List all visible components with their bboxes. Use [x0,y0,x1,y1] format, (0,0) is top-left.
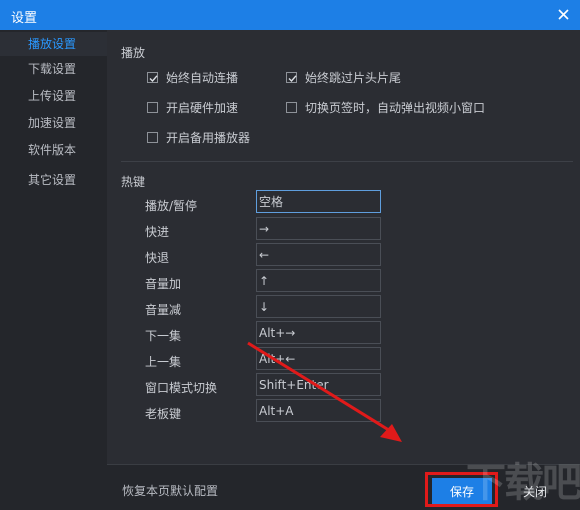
checkmark-icon [288,74,297,82]
hotkey-label: 快进 [145,225,170,239]
option-label: 切换页签时，自动弹出视频小窗口 [305,100,486,115]
sidebar-item-label: 下载设置 [28,62,77,76]
checkbox[interactable] [147,101,158,113]
hotkey-label: 下一集 [145,329,182,343]
checkbox[interactable] [147,71,158,83]
close-button[interactable]: 关闭 [505,478,565,504]
hotkey-volume-up-input[interactable] [256,269,381,292]
hotkey-previous-episode-input[interactable] [256,347,381,370]
hotkey-fast-forward-input[interactable] [256,217,381,240]
option-backup-player[interactable]: 开启备用播放器 [147,128,250,146]
option-label: 开启硬件加速 [166,100,239,115]
option-auto-mini-window[interactable]: 切换页签时，自动弹出视频小窗口 [286,98,485,116]
settings-content: 播放 始终自动连播 始终跳过片头片尾 开启硬件加速 切换页签时，自动弹出视频小窗… [107,30,580,464]
hotkeys-section-title: 热键 [121,175,146,189]
sidebar-item-label: 其它设置 [28,173,77,187]
checkmark-icon [149,74,158,82]
hotkey-next-episode-input[interactable] [256,321,381,344]
close-window-button[interactable] [546,0,580,30]
sidebar-item-acceleration[interactable]: 加速设置 [0,111,107,135]
sidebar-item-download[interactable]: 下载设置 [0,57,107,81]
hotkey-boss-key-input[interactable] [256,399,381,422]
sidebar-item-label: 软件版本 [28,143,77,157]
hotkey-label: 窗口模式切换 [145,381,218,395]
sidebar-item-version[interactable]: 软件版本 [0,138,107,162]
option-label: 始终跳过片头片尾 [305,70,402,85]
window-title: 设置 [11,11,38,26]
hotkey-play-pause-input[interactable] [256,190,381,213]
settings-sidebar: 播放设置 下载设置 上传设置 加速设置 软件版本 其它设置 [0,30,107,510]
sidebar-item-label: 加速设置 [28,116,77,130]
hotkey-label: 老板键 [145,407,182,421]
close-icon [558,9,569,20]
hotkey-rewind-input[interactable] [256,243,381,266]
section-divider [121,161,573,162]
hotkey-volume-down-input[interactable] [256,295,381,318]
checkbox[interactable] [147,131,158,143]
option-auto-continuous-play[interactable]: 始终自动连播 [147,68,238,86]
checkbox[interactable] [286,101,297,113]
sidebar-item-label: 播放设置 [28,37,77,51]
hotkey-label: 快退 [145,251,170,265]
restore-defaults-link[interactable]: 恢复本页默认配置 [122,482,218,499]
sidebar-item-other[interactable]: 其它设置 [0,168,107,192]
dialog-footer: 恢复本页默认配置 保存 关闭 [107,464,580,510]
option-hardware-acceleration[interactable]: 开启硬件加速 [147,98,238,116]
checkbox[interactable] [286,71,297,83]
sidebar-item-label: 上传设置 [28,89,77,103]
sidebar-item-upload[interactable]: 上传设置 [0,84,107,108]
hotkey-label: 上一集 [145,355,182,369]
title-bar: 设置 [0,0,580,30]
hotkey-label: 音量加 [145,277,182,291]
hotkey-label: 音量减 [145,303,182,317]
hotkey-label: 播放/暂停 [145,199,198,213]
option-label: 始终自动连播 [166,70,239,85]
option-skip-intro-outro[interactable]: 始终跳过片头片尾 [286,68,401,86]
hotkey-window-mode-input[interactable] [256,373,381,396]
playback-section-title: 播放 [121,46,146,60]
option-label: 开启备用播放器 [166,130,251,145]
sidebar-item-playback[interactable]: 播放设置 [0,32,107,56]
annotation-highlight-box [425,472,498,507]
